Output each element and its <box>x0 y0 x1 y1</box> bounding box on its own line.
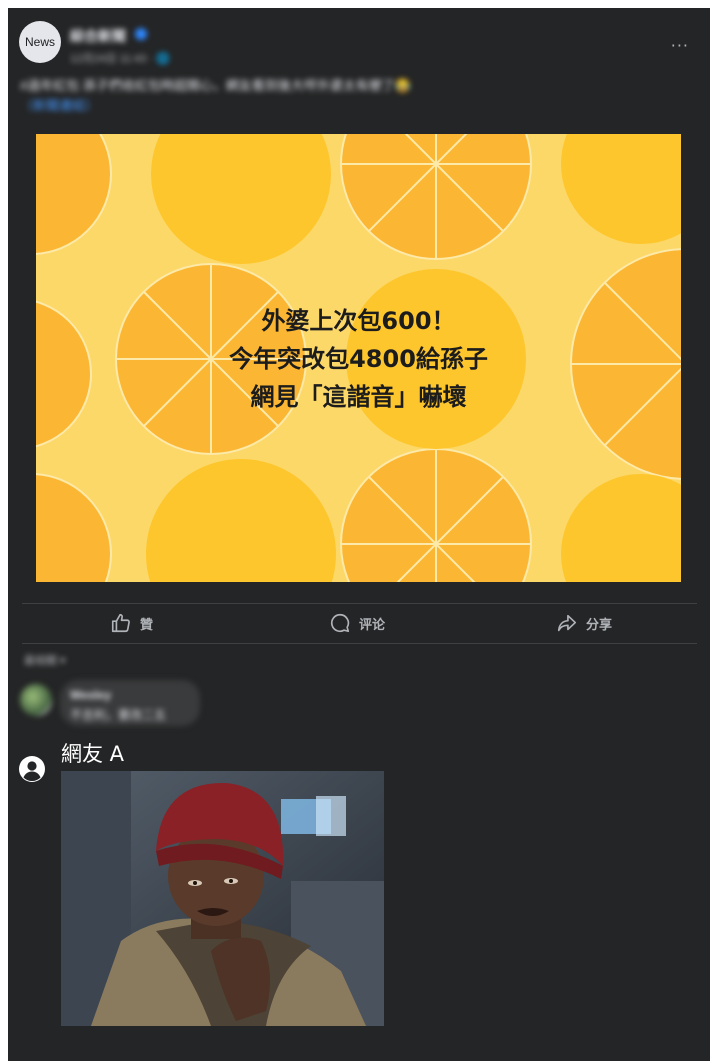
share-label: 分享 <box>586 616 613 632</box>
caption-link[interactable]: （新聞連結） <box>20 96 660 116</box>
divider <box>22 643 697 644</box>
comment-sort-dropdown[interactable]: 最相關 ▾ <box>24 652 66 668</box>
divider <box>22 603 697 604</box>
comment-bubble-icon <box>330 613 350 633</box>
verified-badge-icon <box>135 28 147 40</box>
meme-illustration <box>61 771 384 1026</box>
user-avatar-icon[interactable] <box>19 756 45 782</box>
avatar-label: News <box>24 35 55 49</box>
comment-button[interactable]: 评论 <box>329 612 385 634</box>
like-label: 贊 <box>140 616 154 632</box>
thumbs-up-icon <box>111 613 130 633</box>
comment-label: 评论 <box>359 616 386 632</box>
commenter-avatar[interactable] <box>20 684 52 716</box>
caption-text: #過年紅包 孫子們收紅包時超開心，網友看到後大呼外婆太有梗了😂 <box>20 78 412 93</box>
headline-line-3: 網見「這諧音」嚇壞 <box>250 383 467 411</box>
image-headline: 外婆上次包600！ 今年突改包4800給孫子 網見「這諧音」嚇壞 <box>36 302 681 416</box>
comment-text: 不吉利，要改二五 <box>70 708 167 722</box>
post-timestamp[interactable]: 12月24日 11:43 · 🌐 <box>70 50 170 66</box>
headline-line-1: 外婆上次包600！ <box>261 307 456 335</box>
share-button[interactable]: 分享 <box>556 612 612 634</box>
comment-meme-image[interactable] <box>61 771 384 1026</box>
share-arrow-icon <box>557 614 577 632</box>
netizen-name[interactable]: 網友 A <box>61 738 124 768</box>
post-caption: #過年紅包 孫子們收紅包時超開心，網友看到後大呼外婆太有梗了😂 （新聞連結） <box>20 76 660 116</box>
page-avatar[interactable]: News <box>19 21 61 63</box>
page-name[interactable]: 綜合新聞 <box>70 26 126 46</box>
more-options-icon[interactable]: ··· <box>671 36 689 55</box>
like-button[interactable]: 贊 <box>110 612 153 634</box>
post-image[interactable]: 外婆上次包600！ 今年突改包4800給孫子 網見「這諧音」嚇壞 <box>36 134 681 582</box>
commenter-name[interactable]: Wesley <box>70 688 111 702</box>
headline-line-2: 今年突改包4800給孫子 <box>229 345 488 373</box>
